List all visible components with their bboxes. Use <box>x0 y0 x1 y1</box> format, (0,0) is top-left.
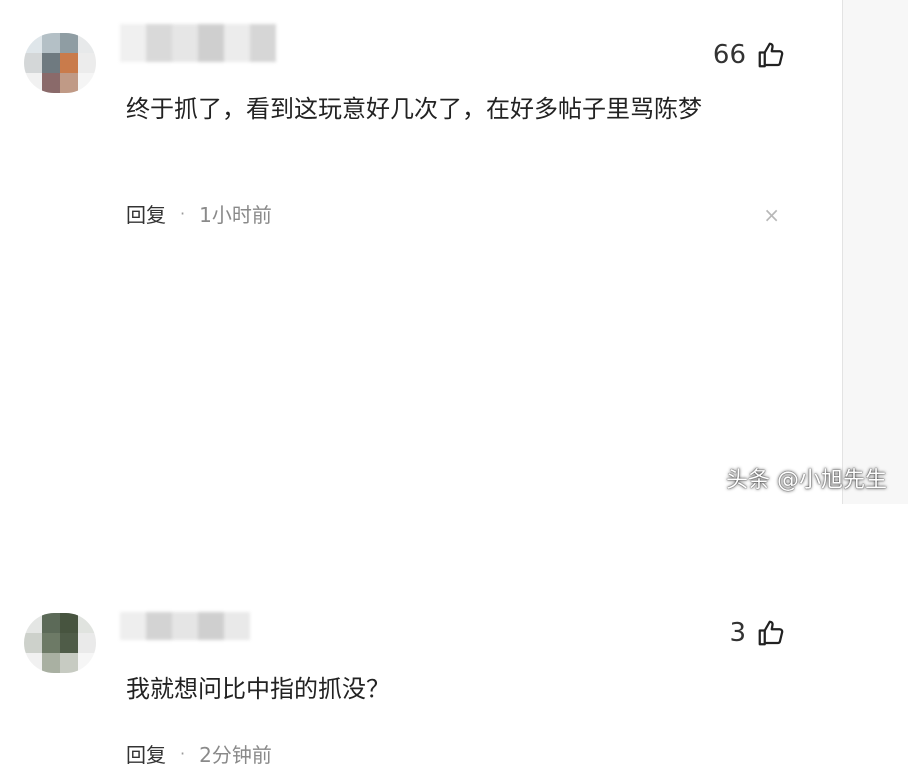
watermark-text: 头条 @小旭先生 <box>726 468 887 493</box>
username-pixelated[interactable] <box>120 612 250 640</box>
scrollbar[interactable] <box>842 0 908 504</box>
avatar[interactable] <box>24 613 96 673</box>
scrollbar-thumb[interactable] <box>843 0 908 504</box>
close-icon[interactable]: × <box>763 203 780 227</box>
comment-text: 我就想问比中指的抓没？ <box>126 675 390 703</box>
timestamp: 2分钟前 <box>199 743 272 767</box>
like-count: 66 <box>712 40 746 70</box>
comment-item: 3 我就想问比中指的抓没？ 回复 · 2分钟前 <box>0 300 842 767</box>
separator-dot: · <box>180 204 186 223</box>
like-control[interactable]: 66 <box>713 40 786 70</box>
username-pixelated[interactable] <box>120 24 276 62</box>
comment-item: 66 终于抓了，看到这玩意好几次了，在好多帖子里骂陈梦 回复 · 1小时前 × <box>0 0 842 262</box>
separator-dot: · <box>180 744 186 763</box>
reply-button[interactable]: 回复 <box>126 739 166 768</box>
comment-meta: 回复 · 2分钟前 <box>126 739 272 768</box>
like-control[interactable]: 3 <box>729 618 786 648</box>
timestamp: 1小时前 <box>199 203 272 227</box>
comment-meta: 回复 · 1小时前 <box>126 199 272 228</box>
thumbs-up-icon[interactable] <box>756 40 786 70</box>
comment-text: 终于抓了，看到这玩意好几次了，在好多帖子里骂陈梦 <box>126 95 702 123</box>
reply-button[interactable]: 回复 <box>126 199 166 228</box>
thumbs-up-icon[interactable] <box>756 618 786 648</box>
like-count: 3 <box>729 618 746 648</box>
avatar[interactable] <box>24 33 96 93</box>
